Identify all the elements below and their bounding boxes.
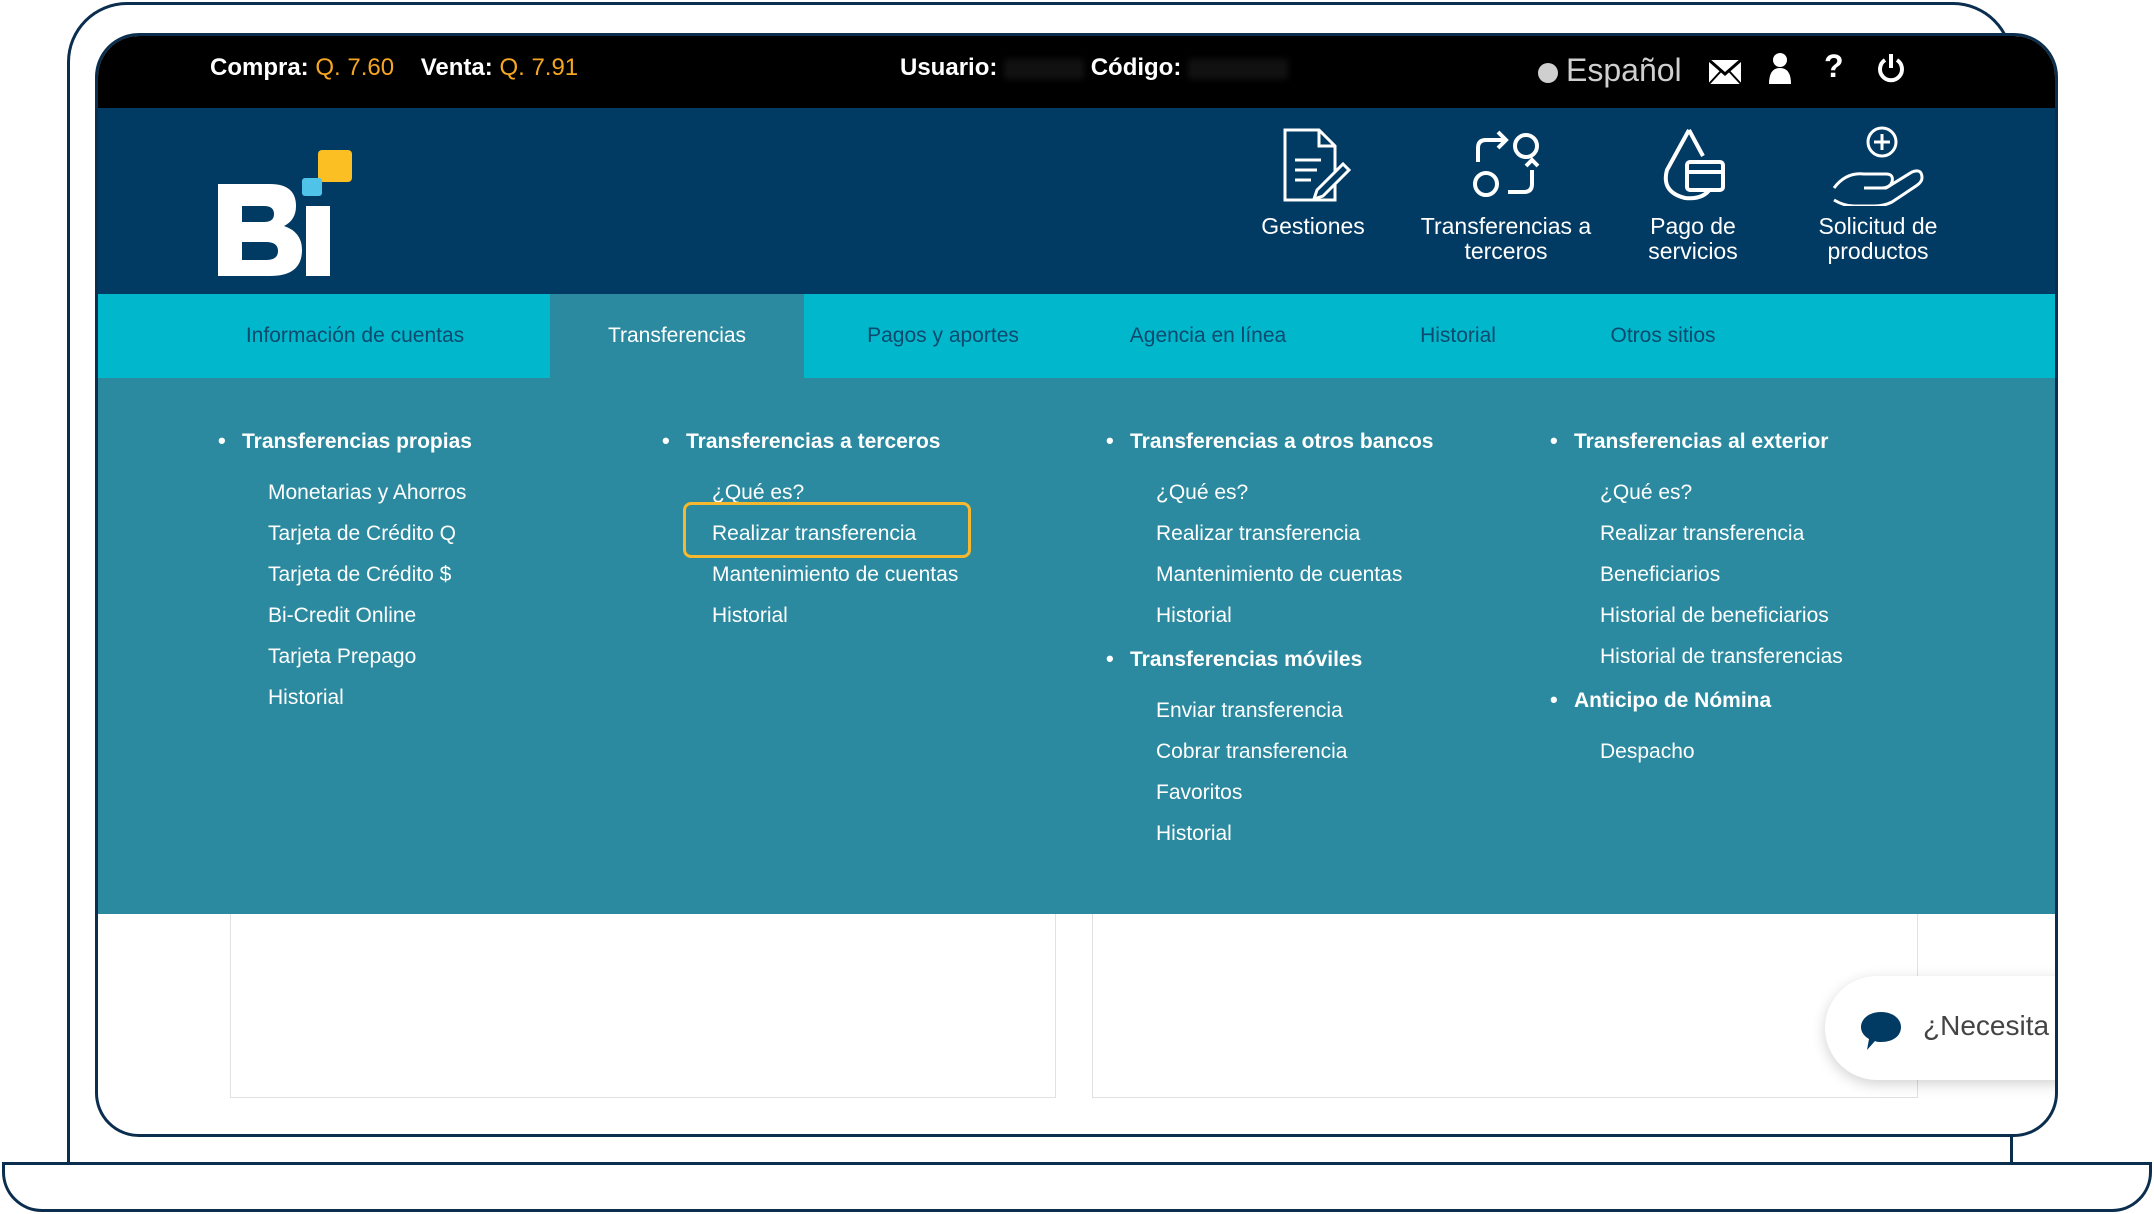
bi-logo[interactable] [208, 148, 358, 283]
help-icon[interactable]: ? [1824, 48, 1844, 85]
transfer-arrows-icon [1473, 130, 1540, 197]
link-historial-propias[interactable]: Historial [268, 677, 472, 718]
heading-anticipo-nomina: Anticipo de Nómina [1550, 687, 1843, 719]
transferencias-terceros-label: Transferencias a terceros [1420, 213, 1592, 264]
compra-value: Q. 7.60 [315, 54, 395, 81]
link-tarjeta-credito-usd[interactable]: Tarjeta de Crédito $ [268, 554, 472, 595]
link-mantenimiento-cuentas-terceros[interactable]: Mantenimiento de cuentas [712, 554, 958, 595]
codigo-value-redacted [1188, 58, 1289, 79]
usuario-value-redacted [1004, 58, 1085, 79]
link-realizar-transferencia-otros-bancos[interactable]: Realizar transferencia [1156, 513, 1433, 554]
laptop-base [2, 1162, 2152, 1212]
globe-icon [1538, 62, 1558, 83]
link-historial-terceros[interactable]: Historial [712, 595, 958, 636]
link-enviar-transferencia[interactable]: Enviar transferencia [1156, 690, 1433, 731]
exchange-rate: Compra: Q. 7.60 Venta: Q. 7.91 [210, 54, 578, 82]
highlight-box [683, 502, 971, 558]
top-bar: Compra: Q. 7.60 Venta: Q. 7.91 Usuario: … [98, 36, 2055, 108]
laptop-screen: Compra: Q. 7.60 Venta: Q. 7.91 Usuario: … [95, 33, 2058, 1137]
language-label: Español [1566, 52, 1682, 88]
mail-icon[interactable] [1708, 56, 1742, 93]
tab-transferencias[interactable]: Transferencias [550, 294, 804, 378]
link-favoritos[interactable]: Favoritos [1156, 772, 1433, 813]
usuario-label: Usuario: [900, 54, 998, 81]
chat-bubble-icon [1861, 1012, 1901, 1050]
link-que-es-exterior[interactable]: ¿Qué es? [1600, 472, 1843, 513]
link-beneficiarios[interactable]: Beneficiarios [1600, 554, 1843, 595]
tab-otros-sitios[interactable]: Otros sitios [1578, 294, 1748, 378]
pago-servicios-button[interactable]: Pago de servicios [1628, 126, 1758, 264]
content-card-right [1092, 914, 1918, 1098]
link-tarjeta-credito-q[interactable]: Tarjeta de Crédito Q [268, 513, 472, 554]
link-realizar-transferencia-exterior[interactable]: Realizar transferencia [1600, 513, 1843, 554]
link-tarjeta-prepago[interactable]: Tarjeta Prepago [268, 636, 472, 677]
hand-plus-icon [1832, 126, 1924, 206]
link-cobrar-transferencia[interactable]: Cobrar transferencia [1156, 731, 1433, 772]
link-bi-credit-online[interactable]: Bi-Credit Online [268, 595, 472, 636]
link-historial-beneficiarios[interactable]: Historial de beneficiarios [1600, 595, 1843, 636]
solicitud-productos-label: Solicitud de productos [1818, 213, 1938, 264]
heading-transferencias-otros-bancos: Transferencias a otros bancos [1106, 428, 1433, 460]
link-mantenimiento-cuentas-otros-bancos[interactable]: Mantenimiento de cuentas [1156, 554, 1433, 595]
main-nav: Información de cuentas Transferencias Pa… [98, 294, 2055, 378]
venta-label: Venta: [420, 54, 493, 81]
link-historial-otros-bancos[interactable]: Historial [1156, 595, 1433, 636]
tab-informacion-cuentas[interactable]: Información de cuentas [190, 294, 520, 378]
col-transferencias-exterior: Transferencias al exterior ¿Qué es? Real… [1550, 428, 1843, 772]
chat-widget[interactable]: ¿Necesita [1825, 976, 2055, 1080]
tab-pagos-aportes[interactable]: Pagos y aportes [818, 294, 1068, 378]
pago-servicios-label: Pago de servicios [1648, 213, 1738, 264]
codigo-label: Código: [1090, 54, 1182, 81]
venta-value: Q. 7.91 [499, 54, 579, 81]
drop-card-icon [1663, 129, 1725, 201]
gestiones-button[interactable]: Gestiones [1238, 126, 1388, 239]
language-selector[interactable]: Español [1538, 52, 1682, 89]
solicitud-productos-button[interactable]: Solicitud de productos [1798, 126, 1958, 264]
col-transferencias-otros-bancos: Transferencias a otros bancos ¿Qué es? R… [1106, 428, 1433, 854]
heading-transferencias-propias: Transferencias propias [218, 428, 472, 460]
content-card-left [230, 914, 1056, 1098]
document-edit-icon [1283, 128, 1352, 202]
compra-label: Compra: [210, 54, 309, 81]
transferencias-terceros-button[interactable]: Transferencias a terceros [1416, 126, 1596, 264]
tab-agencia-en-linea[interactable]: Agencia en línea [1088, 294, 1328, 378]
chat-label: ¿Necesita [1923, 1010, 2050, 1041]
tab-historial[interactable]: Historial [1378, 294, 1538, 378]
heading-transferencias-terceros: Transferencias a terceros [662, 428, 958, 460]
link-historial-moviles[interactable]: Historial [1156, 813, 1433, 854]
user-icon[interactable] [1768, 52, 1792, 92]
header: Gestiones Transferencias a terceros Pago… [98, 108, 2055, 294]
heading-transferencias-moviles: Transferencias móviles [1106, 646, 1433, 678]
power-icon[interactable] [1876, 52, 1906, 92]
gestiones-label: Gestiones [1261, 213, 1365, 239]
transferencias-dropdown: Transferencias propias Monetarias y Ahor… [98, 378, 2055, 914]
link-despacho[interactable]: Despacho [1600, 731, 1843, 772]
link-monetarias-ahorros[interactable]: Monetarias y Ahorros [268, 472, 472, 513]
col-transferencias-propias: Transferencias propias Monetarias y Ahor… [218, 428, 472, 718]
user-info: Usuario: Código: [900, 54, 1289, 82]
link-historial-transferencias-exterior[interactable]: Historial de transferencias [1600, 636, 1843, 677]
link-que-es-otros-bancos[interactable]: ¿Qué es? [1156, 472, 1433, 513]
heading-transferencias-exterior: Transferencias al exterior [1550, 428, 1843, 460]
